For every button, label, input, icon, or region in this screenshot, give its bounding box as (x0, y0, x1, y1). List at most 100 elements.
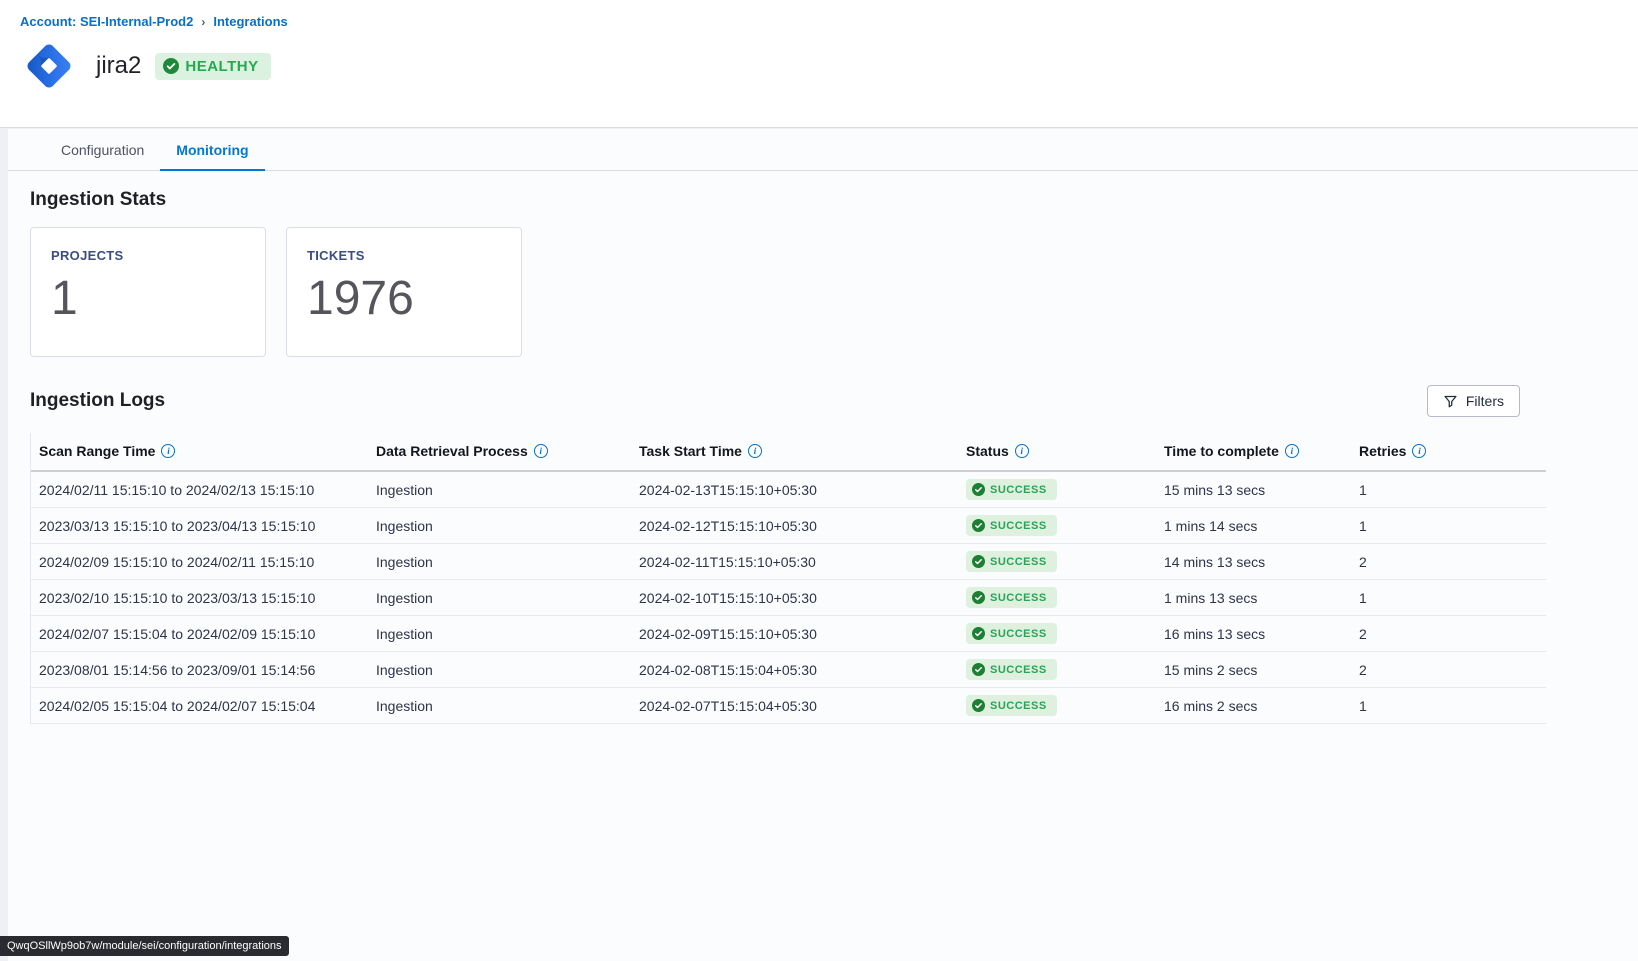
cell-status: SUCCESS (958, 623, 1156, 644)
cell-time-to-complete: 1 mins 14 secs (1156, 518, 1351, 534)
cell-task-start: 2024-02-10T15:15:10+05:30 (631, 590, 958, 606)
breadcrumb-chevron-icon: › (201, 15, 205, 29)
cell-retries: 2 (1351, 626, 1546, 642)
cell-time-to-complete: 14 mins 13 secs (1156, 554, 1351, 570)
table-header-row: Scan Range Time i Data Retrieval Process… (31, 433, 1546, 472)
ingestion-stats-title: Ingestion Stats (30, 189, 1638, 211)
table-row[interactable]: 2023/03/13 15:15:10 to 2023/04/13 15:15:… (31, 508, 1546, 544)
breadcrumb: Account: SEI-Internal-Prod2 › Integratio… (20, 14, 1638, 29)
check-circle-icon (972, 699, 985, 712)
col-header-label: Scan Range Time (39, 443, 155, 459)
cell-status: SUCCESS (958, 515, 1156, 536)
cell-status: SUCCESS (958, 587, 1156, 608)
col-header-label: Data Retrieval Process (376, 443, 528, 459)
info-icon[interactable]: i (1412, 444, 1426, 458)
check-circle-icon (972, 519, 985, 532)
table-row[interactable]: 2024/02/07 15:15:04 to 2024/02/09 15:15:… (31, 616, 1546, 652)
info-icon[interactable]: i (1285, 444, 1299, 458)
filters-button-label: Filters (1466, 393, 1504, 409)
success-badge-label: SUCCESS (990, 484, 1047, 496)
col-header-scan-range: Scan Range Time i (31, 443, 368, 459)
col-header-task-start: Task Start Time i (631, 443, 958, 459)
cell-task-start: 2024-02-08T15:15:04+05:30 (631, 662, 958, 678)
info-icon[interactable]: i (534, 444, 548, 458)
cell-time-to-complete: 15 mins 13 secs (1156, 482, 1351, 498)
table-row[interactable]: 2023/08/01 15:14:56 to 2023/09/01 15:14:… (31, 652, 1546, 688)
cell-time-to-complete: 1 mins 13 secs (1156, 590, 1351, 606)
check-circle-icon (972, 663, 985, 676)
stat-value: 1 (51, 271, 245, 326)
page-header: Account: SEI-Internal-Prod2 › Integratio… (0, 0, 1638, 128)
check-circle-icon (972, 555, 985, 568)
cell-retries: 1 (1351, 590, 1546, 606)
info-icon[interactable]: i (748, 444, 762, 458)
cell-retries: 1 (1351, 482, 1546, 498)
check-circle-icon (972, 483, 985, 496)
url-status-bar: QwqOSllWp9ob7w/module/sei/configuration/… (0, 936, 289, 956)
tab-monitoring[interactable]: Monitoring (160, 129, 264, 171)
success-badge: SUCCESS (966, 659, 1057, 680)
col-header-label: Time to complete (1164, 443, 1279, 459)
cell-task-start: 2024-02-09T15:15:10+05:30 (631, 626, 958, 642)
table-row[interactable]: 2024/02/11 15:15:10 to 2024/02/13 15:15:… (31, 472, 1546, 508)
cell-time-to-complete: 16 mins 2 secs (1156, 698, 1351, 714)
success-badge: SUCCESS (966, 479, 1057, 500)
cell-scan-range: 2024/02/09 15:15:10 to 2024/02/11 15:15:… (31, 554, 368, 570)
tab-configuration[interactable]: Configuration (45, 129, 160, 171)
success-badge: SUCCESS (966, 695, 1057, 716)
filters-button[interactable]: Filters (1427, 385, 1520, 417)
ingestion-logs-table: Scan Range Time i Data Retrieval Process… (30, 433, 1546, 724)
page-title: jira2 (96, 52, 141, 80)
stat-label: TICKETS (307, 248, 501, 263)
tabbar: Configuration Monitoring (8, 129, 1638, 171)
cell-status: SUCCESS (958, 551, 1156, 572)
cell-task-start: 2024-02-11T15:15:10+05:30 (631, 554, 958, 570)
cell-status: SUCCESS (958, 659, 1156, 680)
breadcrumb-integrations-link[interactable]: Integrations (213, 14, 287, 29)
breadcrumb-account-link[interactable]: Account: SEI-Internal-Prod2 (20, 14, 193, 29)
col-header-label: Task Start Time (639, 443, 742, 459)
stat-label: PROJECTS (51, 248, 245, 263)
info-icon[interactable]: i (1015, 444, 1029, 458)
cell-process: Ingestion (368, 518, 631, 534)
cell-task-start: 2024-02-13T15:15:10+05:30 (631, 482, 958, 498)
ingestion-logs-header: Ingestion Logs Filters (30, 385, 1520, 417)
cell-scan-range: 2023/03/13 15:15:10 to 2023/04/13 15:15:… (31, 518, 368, 534)
success-badge: SUCCESS (966, 515, 1057, 536)
success-badge: SUCCESS (966, 587, 1057, 608)
success-badge-label: SUCCESS (990, 556, 1047, 568)
stat-card-tickets: TICKETS 1976 (286, 227, 522, 357)
success-badge-label: SUCCESS (990, 664, 1047, 676)
integration-title-row: jira2 HEALTHY (20, 37, 1638, 95)
success-badge: SUCCESS (966, 551, 1057, 572)
cell-process: Ingestion (368, 662, 631, 678)
col-header-label: Retries (1359, 443, 1406, 459)
cell-retries: 2 (1351, 662, 1546, 678)
table-row[interactable]: 2024/02/05 15:15:04 to 2024/02/07 15:15:… (31, 688, 1546, 724)
cell-time-to-complete: 16 mins 13 secs (1156, 626, 1351, 642)
filter-funnel-icon (1443, 394, 1458, 409)
cell-process: Ingestion (368, 626, 631, 642)
table-body: 2024/02/11 15:15:10 to 2024/02/13 15:15:… (31, 472, 1546, 724)
stat-value: 1976 (307, 271, 501, 326)
cell-time-to-complete: 15 mins 2 secs (1156, 662, 1351, 678)
success-badge-label: SUCCESS (990, 700, 1047, 712)
table-row[interactable]: 2024/02/09 15:15:10 to 2024/02/11 15:15:… (31, 544, 1546, 580)
cell-retries: 1 (1351, 698, 1546, 714)
cell-scan-range: 2023/02/10 15:15:10 to 2023/03/13 15:15:… (31, 590, 368, 606)
info-icon[interactable]: i (161, 444, 175, 458)
main-content: Configuration Monitoring Ingestion Stats… (8, 129, 1638, 961)
col-header-status: Status i (958, 443, 1156, 459)
success-badge: SUCCESS (966, 623, 1057, 644)
jira-logo-icon (20, 37, 78, 95)
success-badge-label: SUCCESS (990, 628, 1047, 640)
cell-scan-range: 2023/08/01 15:14:56 to 2023/09/01 15:14:… (31, 662, 368, 678)
stat-card-projects: PROJECTS 1 (30, 227, 266, 357)
cell-process: Ingestion (368, 698, 631, 714)
cell-status: SUCCESS (958, 479, 1156, 500)
table-row[interactable]: 2023/02/10 15:15:10 to 2023/03/13 15:15:… (31, 580, 1546, 616)
success-badge-label: SUCCESS (990, 520, 1047, 532)
cell-task-start: 2024-02-12T15:15:10+05:30 (631, 518, 958, 534)
cell-scan-range: 2024/02/11 15:15:10 to 2024/02/13 15:15:… (31, 482, 368, 498)
cell-process: Ingestion (368, 554, 631, 570)
